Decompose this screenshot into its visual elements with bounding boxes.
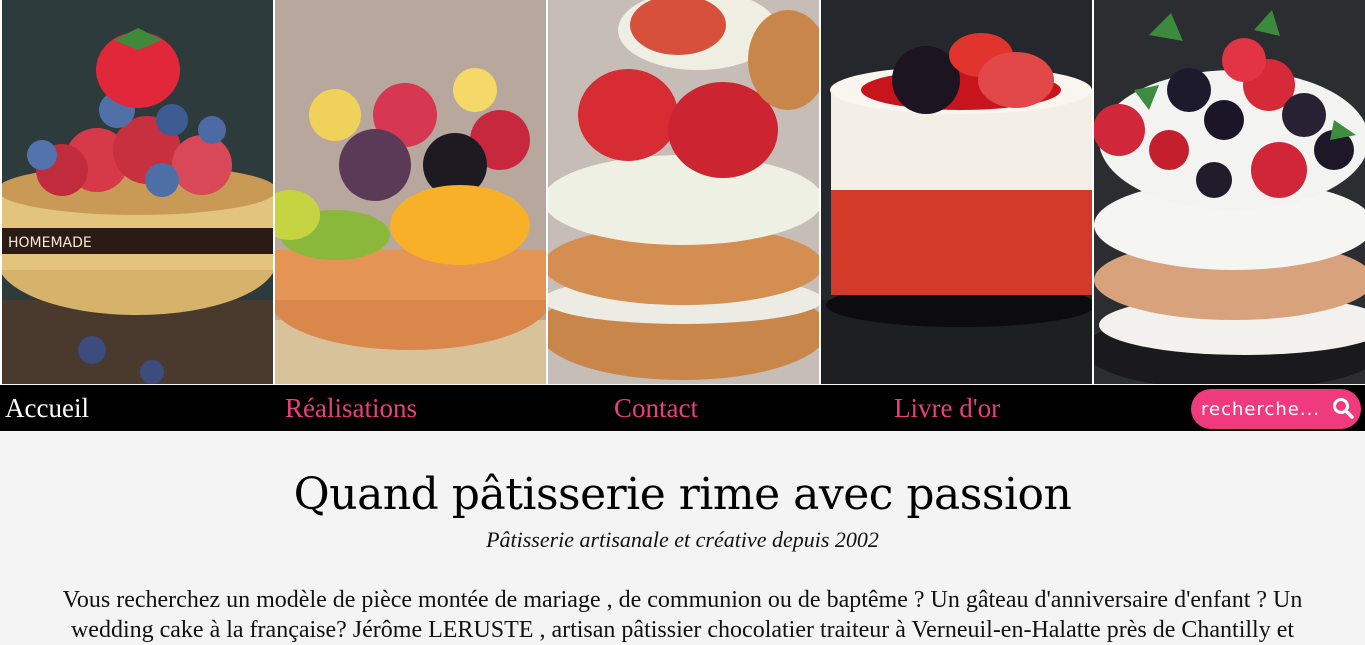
strawberry-shortcake-photo [548,0,819,384]
intro-paragraph: Vous recherchez un modèle de pièce monté… [62,587,1303,643]
tart-label: HOMEMADE [8,235,92,251]
page-subtitle: Pâtisserie artisanale et créative depuis… [486,527,879,552]
pavlova-photo [1094,0,1365,384]
page-title: Quand pâtisserie rime avec passion [293,469,1072,520]
search-box [1191,389,1361,429]
nav-item-accueil[interactable]: Accueil [5,393,89,423]
search-icon [1333,398,1354,419]
main-nav: Accueil Réalisations Contact Livre d'or [0,385,1365,431]
search-input[interactable] [1201,397,1326,421]
nav-item-contact[interactable]: Contact [614,393,698,423]
banner: HOMEMADE [0,0,1365,384]
red-velvet-cake-photo [821,0,1092,384]
search-button[interactable] [1331,397,1355,421]
fruit-tart-photo [275,0,546,384]
nav-item-livre-dor[interactable]: Livre d'or [894,393,1000,423]
berry-tart-photo: HOMEMADE [2,0,273,384]
nav-item-realisations[interactable]: Réalisations [285,393,417,423]
main-content: Quand pâtisserie rime avec passion Pâtis… [0,431,1365,645]
